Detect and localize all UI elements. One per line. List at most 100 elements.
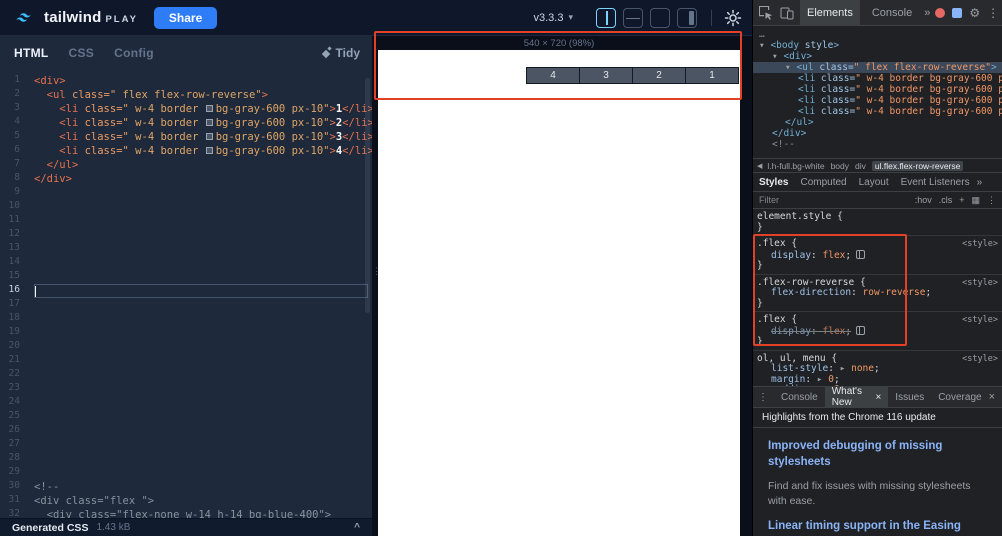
style-source-link[interactable]: <style>	[962, 354, 998, 365]
tab-css[interactable]: CSS	[69, 46, 95, 60]
code-line[interactable]: <!--	[34, 480, 372, 494]
dom-tree-node[interactable]: …	[753, 29, 1002, 40]
code-line[interactable]: <div class="flex-none w-14 h-14 bg-blue-…	[34, 508, 372, 518]
stacked-view-button[interactable]	[623, 8, 643, 28]
more-panels-icon[interactable]: »	[924, 7, 930, 19]
breadcrumb-item[interactable]: l.h-full.bg-white	[767, 161, 824, 171]
inspect-icon[interactable]	[758, 5, 774, 21]
breadcrumb-item[interactable]: div	[855, 161, 866, 171]
css-rule[interactable]: <style>ol, ul, menu {list-style: ▸ none;…	[753, 351, 1002, 387]
theme-sun-icon[interactable]	[724, 9, 742, 27]
code-line[interactable]	[34, 326, 372, 340]
dom-tree-node[interactable]: ▾ <div>	[753, 51, 1002, 62]
code-line[interactable]	[34, 396, 372, 410]
code-line[interactable]: <li class=" w-4 border bg-gray-600 px-10…	[34, 144, 372, 158]
code-line[interactable]	[34, 312, 372, 326]
sidebar-tab-event-listeners[interactable]: Event Listeners	[895, 177, 976, 188]
dom-tree-node[interactable]: <li class=" w-4 border bg-gray-600 px-10…	[753, 84, 1002, 95]
article-title-link[interactable]: Linear timing support in the Easing Edit…	[768, 519, 987, 536]
code-line[interactable]	[34, 186, 372, 200]
error-badge-icon[interactable]	[935, 8, 945, 18]
dom-tree-node[interactable]: <li class=" w-4 border bg-gray-600 px-10…	[753, 106, 1002, 117]
article-title-link[interactable]: Improved debugging of missing stylesheet…	[768, 439, 987, 470]
code-line[interactable]	[34, 466, 372, 480]
info-badge-icon[interactable]	[952, 8, 962, 18]
tab-elements[interactable]: Elements	[800, 0, 860, 25]
drawer-menu-icon[interactable]: ⋮	[758, 392, 768, 403]
filter-input[interactable]: Filter	[759, 195, 908, 205]
more-options-icon[interactable]: ⋮	[987, 195, 996, 206]
device-toolbar-icon[interactable]	[779, 5, 795, 21]
drawer-tab-coverage[interactable]: Coverage	[931, 387, 988, 407]
code-line[interactable]	[34, 270, 372, 284]
dom-tree-node[interactable]: <li class=" w-4 border bg-gray-600 px-10…	[753, 73, 1002, 84]
style-source-link[interactable]: <style>	[962, 278, 998, 289]
code-line[interactable]	[34, 424, 372, 438]
sidebar-tab-layout[interactable]: Layout	[853, 177, 895, 188]
code-line[interactable]: </ul>	[34, 158, 372, 172]
css-rule[interactable]: <style>.flex {display: flex;}	[753, 236, 1002, 275]
share-button[interactable]: Share	[154, 7, 217, 29]
css-rule[interactable]: <style>.flex-row-reverse {flex-direction…	[753, 275, 1002, 313]
dom-tree-node[interactable]: ▾ <body style>	[753, 40, 1002, 51]
chevron-up-icon[interactable]: ^	[354, 522, 360, 533]
preview-canvas[interactable]: 4321	[378, 50, 740, 536]
tab-console[interactable]: Console	[865, 0, 919, 25]
close-drawer-icon[interactable]: ×	[989, 391, 1002, 403]
code-line[interactable]: <div>	[34, 74, 372, 88]
code-line[interactable]: </div>	[34, 172, 372, 186]
tidy-button[interactable]: Tidy	[322, 46, 360, 60]
css-rule[interactable]: element.style {}	[753, 209, 1002, 236]
code-line[interactable]	[34, 340, 372, 354]
code-line[interactable]	[34, 354, 372, 368]
close-tab-icon[interactable]: ×	[875, 392, 881, 403]
style-source-link[interactable]: <style>	[962, 239, 998, 250]
code-line[interactable]	[34, 368, 372, 382]
tab-config[interactable]: Config	[114, 46, 154, 60]
code-line[interactable]: <li class=" w-4 border bg-gray-600 px-10…	[34, 116, 372, 130]
editor-only-button[interactable]	[650, 8, 670, 28]
grid-overlay-icon[interactable]: ▦	[971, 195, 980, 206]
code-lines[interactable]: <div> <ul class=" flex flex-row-reverse"…	[26, 70, 372, 518]
new-style-rule-button[interactable]: +	[959, 195, 964, 205]
toggle-hover-state-button[interactable]: :hov	[915, 195, 932, 205]
code-line[interactable]: <div class="flex ">	[34, 494, 372, 508]
kebab-menu-icon[interactable]: ⋮	[987, 6, 999, 20]
toggle-classes-button[interactable]: .cls	[939, 195, 953, 205]
code-line[interactable]	[34, 438, 372, 452]
drawer-tab-issues[interactable]: Issues	[888, 387, 931, 407]
scroll-left-icon[interactable]: ◀	[757, 162, 762, 170]
code-line[interactable]	[34, 214, 372, 228]
code-line[interactable]	[34, 284, 368, 298]
sidebar-tab-computed[interactable]: Computed	[794, 177, 852, 188]
code-line[interactable]: <li class=" w-4 border bg-gray-600 px-10…	[34, 102, 372, 116]
drawer-tab-console[interactable]: Console	[774, 387, 825, 407]
version-select[interactable]: v3.3.3 ▾	[534, 12, 574, 24]
code-line[interactable]	[34, 256, 372, 270]
split-view-button[interactable]	[596, 8, 616, 28]
preview-panel-button[interactable]	[677, 8, 697, 28]
code-line[interactable]	[34, 200, 372, 214]
more-tabs-icon[interactable]: »	[977, 177, 983, 188]
dom-tree-node[interactable]: </div>	[753, 128, 1002, 139]
dom-tree-node[interactable]: ▾ <ul class=" flex flex-row-reverse">	[753, 62, 1002, 73]
drawer-tab-what-s-new[interactable]: What's New×	[825, 387, 889, 407]
code-line[interactable]: <li class=" w-4 border bg-gray-600 px-10…	[34, 130, 372, 144]
breadcrumb-item[interactable]: ul.flex.flex-row-reverse	[872, 161, 964, 171]
code-line[interactable]	[34, 242, 372, 256]
dom-tree-node[interactable]: <!--	[753, 139, 1002, 150]
code-line[interactable]	[34, 382, 372, 396]
code-line[interactable]	[34, 298, 372, 312]
code-line[interactable]	[34, 452, 372, 466]
style-source-link[interactable]: <style>	[962, 315, 998, 326]
dom-tree-node[interactable]: </ul>	[753, 117, 1002, 128]
flexbox-editor-icon[interactable]	[856, 250, 865, 259]
code-line[interactable]	[34, 410, 372, 424]
generated-css-bar[interactable]: Generated CSS 1.43 kB ^	[0, 518, 372, 536]
code-area[interactable]: 1234567891011121314151617181920212223242…	[0, 70, 372, 518]
breadcrumb-item[interactable]: body	[831, 161, 849, 171]
sidebar-tab-styles[interactable]: Styles	[753, 177, 794, 188]
flexbox-editor-icon[interactable]	[856, 326, 865, 335]
editor-scrollbar[interactable]	[365, 78, 370, 313]
tab-html[interactable]: HTML	[14, 46, 49, 60]
